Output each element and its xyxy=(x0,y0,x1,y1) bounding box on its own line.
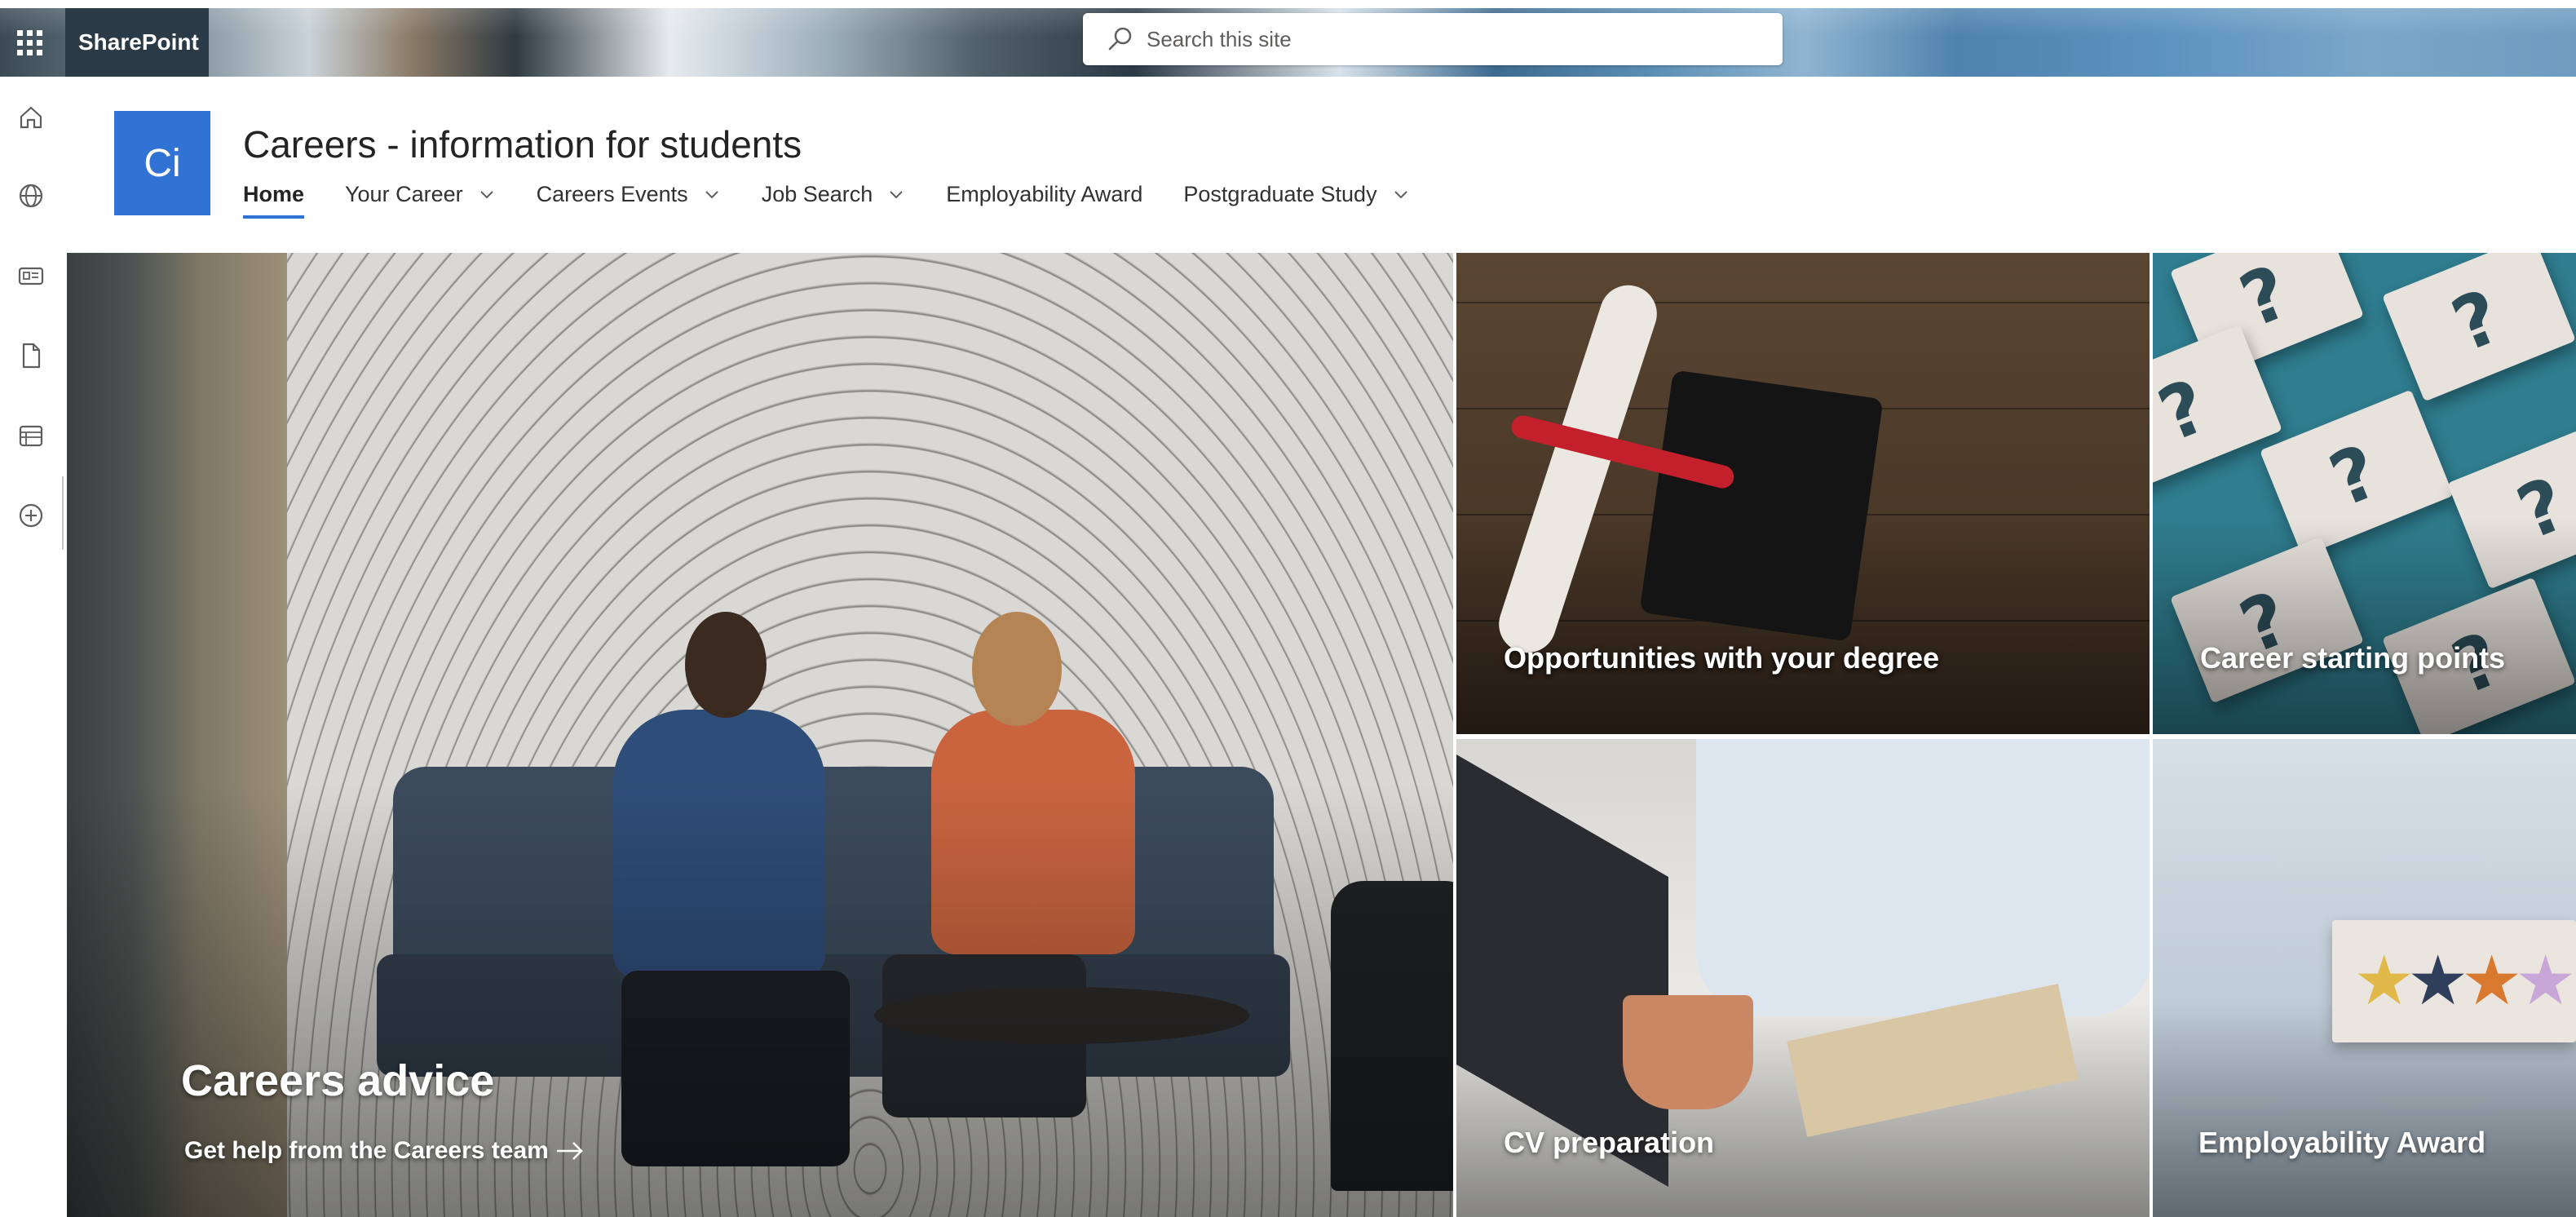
chevron-down-icon xyxy=(705,191,718,199)
tile-image-graduation-cap xyxy=(1639,370,1884,642)
hero-image-person-head xyxy=(685,612,767,718)
chevron-down-icon xyxy=(890,191,903,199)
tile-shade xyxy=(2153,517,2576,734)
nav-item-your-career[interactable]: Your Career xyxy=(345,178,496,210)
list-icon xyxy=(19,425,43,447)
site-search-box[interactable] xyxy=(1083,13,1783,65)
hero-tile-careers-advice[interactable]: Careers advice Get help from the Careers… xyxy=(67,253,1453,1217)
app-bar xyxy=(0,77,65,1217)
globe-icon xyxy=(19,184,43,208)
home-button[interactable] xyxy=(11,98,51,137)
nav-item-postgraduate-study[interactable]: Postgraduate Study xyxy=(1183,178,1409,210)
nav-item-label: Job Search xyxy=(761,181,873,206)
suite-bar: SharePoint xyxy=(0,8,2576,77)
tile-gutter xyxy=(1456,734,2576,739)
star-icon: ★ xyxy=(2515,940,2576,1020)
files-button[interactable] xyxy=(11,336,51,375)
nav-item-label: Your Career xyxy=(345,181,463,206)
search-input[interactable] xyxy=(1147,21,1750,57)
nav-item-label: Careers Events xyxy=(536,181,688,206)
add-icon xyxy=(19,503,43,528)
chevron-down-icon xyxy=(479,191,493,199)
tile-image-mug xyxy=(1623,995,1753,1109)
sharepoint-brand-link[interactable]: SharePoint xyxy=(65,8,209,77)
hero-tile-title: Employability Award xyxy=(2198,1126,2486,1159)
hero-tile-title: CV preparation xyxy=(1504,1126,1715,1159)
lists-button[interactable] xyxy=(11,416,51,455)
arrow-right-icon xyxy=(556,1142,583,1160)
tile-image-bubble: ? xyxy=(2382,253,2576,402)
tile-image-person xyxy=(1696,739,2153,1016)
hero-tile-title: Opportunities with your degree xyxy=(1504,641,1940,675)
tile-image-detail xyxy=(1456,302,2150,303)
hero-tile-career-starting-points[interactable]: ? ? ? ? ? ? ? Career starting points xyxy=(2153,253,2576,734)
nav-item-employability-award[interactable]: Employability Award xyxy=(946,178,1142,210)
sites-button[interactable] xyxy=(11,176,51,215)
news-button[interactable] xyxy=(11,256,51,295)
star-icon: ★ xyxy=(2461,940,2523,1020)
nav-item-job-search[interactable]: Job Search xyxy=(762,178,906,210)
nav-item-home[interactable]: Home xyxy=(243,178,305,219)
create-button[interactable] xyxy=(11,496,51,535)
file-icon xyxy=(22,343,41,369)
star-icon: ★ xyxy=(2407,940,2469,1020)
nav-item-label: Employability Award xyxy=(946,181,1143,206)
app-launcher-icon[interactable] xyxy=(15,28,44,57)
site-title[interactable]: Careers - information for students xyxy=(243,122,802,166)
nav-item-label: Postgraduate Study xyxy=(1183,181,1377,206)
search-icon xyxy=(1108,27,1132,51)
hero-tile-link[interactable]: Get help from the Careers team xyxy=(184,1137,586,1165)
nav-item-label: Home xyxy=(243,181,305,206)
star-icon: ★ xyxy=(2353,940,2415,1020)
home-icon xyxy=(20,106,42,129)
news-icon xyxy=(18,267,44,285)
chevron-down-icon xyxy=(1394,191,1407,199)
site-logo[interactable]: Ci xyxy=(114,111,210,215)
nav-item-careers-events[interactable]: Careers Events xyxy=(537,178,721,210)
hero-tile-title: Careers advice xyxy=(181,1056,495,1105)
appbar-divider xyxy=(62,476,64,550)
hero-tile-link-label: Get help from the Careers team xyxy=(184,1137,549,1164)
site-navigation: Home Your Career Careers Events Job Sear… xyxy=(243,178,1451,219)
hero-tile-title: Career starting points xyxy=(2200,641,2506,675)
hero-image-person-head xyxy=(972,612,1062,726)
